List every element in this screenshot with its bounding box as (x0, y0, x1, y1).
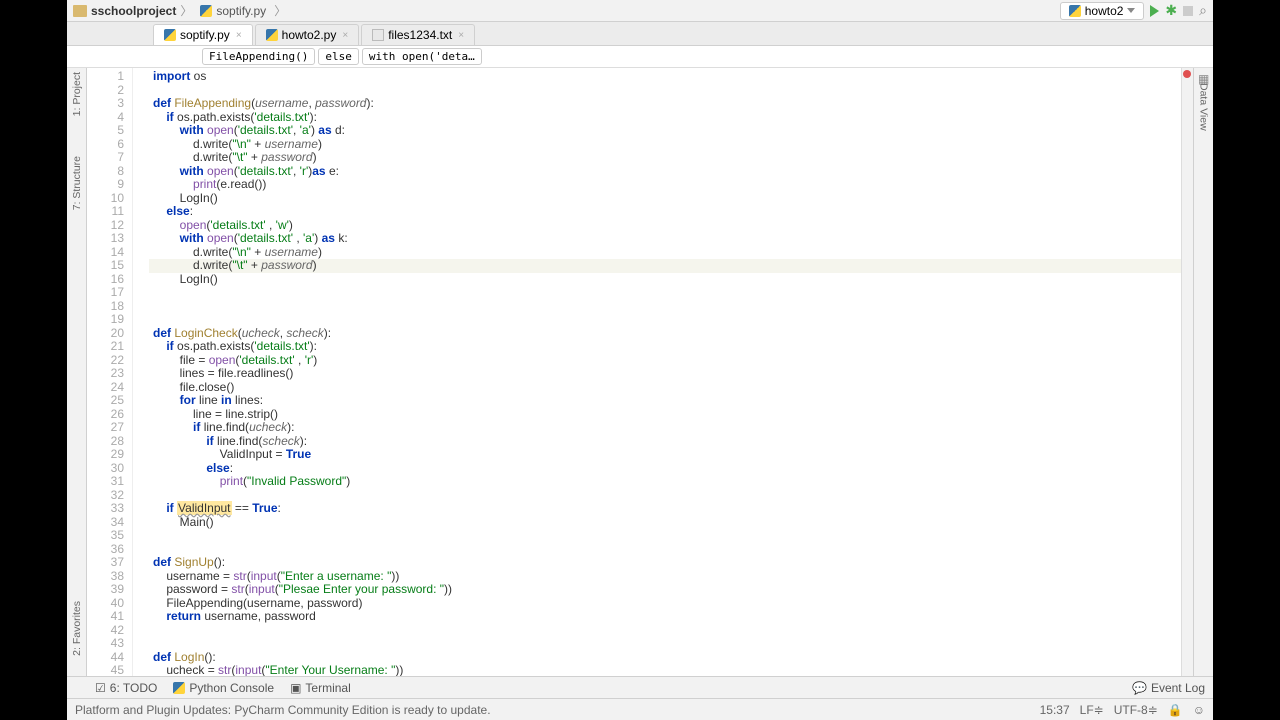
editor-tabs: soptify.py×howto2.py×files1234.txt× (67, 22, 1213, 46)
breadcrumb[interactable]: sschoolproject 〉 soptify.py 〉 (73, 2, 290, 19)
status-line-separator[interactable]: LF≑ (1080, 703, 1104, 717)
tool-terminal[interactable]: ▣ Terminal (290, 681, 351, 695)
tool-project[interactable]: 1: Project (71, 72, 83, 116)
tool-todo[interactable]: ☑ 6: TODO (95, 681, 157, 695)
tool-data-view[interactable]: Data View (1198, 83, 1210, 131)
error-stripe[interactable] (1181, 68, 1193, 676)
status-encoding[interactable]: UTF-8≑ (1114, 703, 1158, 717)
python-icon (200, 5, 212, 17)
tool-structure[interactable]: 7: Structure (71, 156, 83, 210)
bottom-tool-strip: ☑ 6: TODO Python Console ▣ Terminal 💬 Ev… (67, 676, 1213, 698)
chevron-right-icon: 〉 (274, 2, 286, 19)
python-icon (164, 29, 176, 41)
context-item[interactable]: else (318, 48, 359, 65)
run-button[interactable] (1150, 5, 1159, 17)
status-time: 15:37 (1040, 703, 1070, 717)
python-icon (266, 29, 278, 41)
tab-howto2.py[interactable]: howto2.py× (255, 24, 360, 45)
status-message[interactable]: Platform and Plugin Updates: PyCharm Com… (75, 703, 491, 717)
lock-icon[interactable]: 🔒 (1168, 703, 1183, 717)
error-marker[interactable] (1183, 70, 1191, 78)
tab-soptify.py[interactable]: soptify.py× (153, 24, 253, 45)
hector-icon[interactable]: ☺ (1193, 703, 1205, 717)
code-area[interactable]: import os def FileAppending(username, pa… (149, 68, 1181, 676)
fold-gutter[interactable] (133, 68, 149, 676)
editor[interactable]: 1234567891011121314151617181920212223242… (87, 68, 1193, 676)
search-icon[interactable]: ⌕ (1199, 2, 1207, 19)
run-config-select[interactable]: howto2 (1060, 2, 1145, 20)
context-item[interactable]: FileAppending() (202, 48, 315, 65)
status-bar: Platform and Plugin Updates: PyCharm Com… (67, 698, 1213, 720)
ide-window: sschoolproject〉 soptify.py 〉 howto2 ✱ ⌕ … (67, 0, 1213, 720)
right-tool-strip: Data View (1193, 68, 1213, 676)
tab-files1234.txt[interactable]: files1234.txt× (361, 24, 475, 45)
python-icon (1069, 5, 1081, 17)
tool-python-console[interactable]: Python Console (173, 681, 274, 695)
run-config-label: howto2 (1085, 4, 1124, 18)
navigation-bar: sschoolproject 〉 soptify.py 〉 howto2 ✱ ⌕ (67, 0, 1213, 22)
text-icon (372, 29, 384, 41)
debug-button[interactable]: ✱ (1165, 2, 1177, 19)
close-icon[interactable]: × (458, 30, 464, 41)
context-item[interactable]: with open('deta… (362, 48, 482, 65)
breadcrumb-file: soptify.py (216, 4, 266, 18)
event-log[interactable]: 💬 Event Log (1132, 681, 1205, 695)
close-icon[interactable]: × (236, 30, 242, 41)
grid-icon[interactable] (1198, 72, 1209, 83)
chevron-down-icon (1127, 8, 1135, 13)
chevron-right-icon: 〉 (180, 4, 192, 18)
breadcrumb-project: sschoolproject (91, 4, 176, 18)
python-icon (173, 682, 185, 694)
left-tool-strip: 1: Project 7: Structure 2: Favorites (67, 68, 87, 676)
line-number-gutter: 1234567891011121314151617181920212223242… (87, 68, 133, 676)
close-icon[interactable]: × (342, 30, 348, 41)
tool-favorites[interactable]: 2: Favorites (71, 601, 83, 656)
folder-icon (73, 5, 87, 17)
context-bar: FileAppending()elsewith open('deta… (67, 46, 1213, 68)
stop-button (1183, 6, 1193, 16)
